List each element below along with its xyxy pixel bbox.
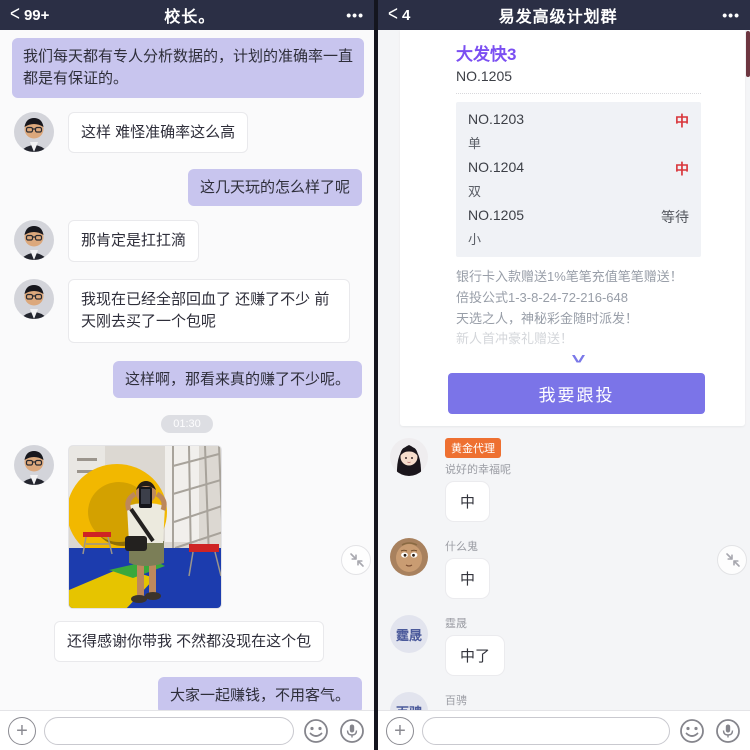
attach-plus-button[interactable]: + [8,716,36,745]
incoming-message: 这样 难怪准确率这么高 [6,111,368,154]
group-title: 易发高级计划群 [498,9,618,26]
result-row: NO.1203 中 单 [468,111,689,152]
scrollbar-thumb[interactable] [746,31,750,77]
promo-line: 银行卡入款赠送1%笔笔充值笔笔赠送！ [456,269,683,284]
private-chat-screen: < 99+ 校长。 ••• 我们每天都有专人分析数据的，计划的准确率一直都是有保… [0,0,374,750]
message-bubble: 大家一起赚钱，不用客气。 [157,677,362,710]
group-message: 霆晟 霆晟 中了 [390,615,740,677]
left-header: < 99+ 校长。 ••• [0,0,374,30]
contact-avatar[interactable] [14,220,54,261]
bet-type: 双 [468,184,482,199]
right-input-bar: + [378,710,750,750]
results-table: NO.1203 中 单 NO.1204 中 双 NO.1205 等待 小 [456,102,701,257]
message-bubble: 还得感谢你带我 不然都没现在这个包 [54,620,325,663]
issue-no: NO.1204 [468,159,525,175]
more-menu-button[interactable]: ••• [706,7,740,23]
outgoing-message: 大家一起赚钱，不用客气。 [6,677,368,710]
bet-type: 小 [468,232,482,247]
promo-line: 倍投公式1-3-8-24-72-216-648 [456,289,628,305]
message-bubble: 中了 [445,635,506,677]
back-button[interactable]: < 99+ [10,2,50,26]
message-bubble: 这样 难怪准确率这么高 [68,111,249,154]
result-row: NO.1204 中 双 [468,159,689,200]
photo-message[interactable] [68,444,222,609]
baby-avatar[interactable] [390,538,428,577]
issue-no: NO.1203 [468,111,525,127]
collapse-window-button[interactable] [341,545,371,575]
member-name: 百骋 [445,695,467,708]
microphone-icon[interactable] [714,717,742,745]
right-header: < 4 易发高级计划群 ••• [378,0,750,30]
incoming-message: 还得感谢你带我 不然都没现在这个包 [6,620,368,663]
message-bubble: 那肯定是扛扛滴 [68,220,200,262]
current-issue: NO.1205 [456,68,513,84]
promo-text: 银行卡入款赠送1%笔笔充值笔笔赠送！ 倍投公式1-3-8-24-72-216-6… [456,267,701,350]
back-chevron-icon: < [10,1,20,26]
more-menu-button[interactable]: ••• [330,7,364,23]
result-status: 等待 [661,209,689,225]
timestamp-row: 01:30 [6,414,368,433]
dotted-divider [456,93,701,94]
message-bubble: 这几天玩的怎么样了呢 [187,169,362,207]
girl-avatar[interactable] [390,438,428,477]
emoji-icon[interactable] [678,717,706,745]
group-message: 什么鬼 中 [390,538,740,600]
incoming-photo-message [6,444,368,609]
outgoing-message: 这样啊，那看来真的赚了不少呢。 [6,360,368,398]
attach-plus-button[interactable]: + [386,716,414,745]
contact-avatar[interactable] [14,279,54,319]
back-button[interactable]: < 4 [388,2,411,26]
member-name: 什么鬼 [445,541,478,554]
pinned-message-bubble: 我们每天都有专人分析数据的，计划的准确率一直都是有保证的。 [12,38,364,98]
role-badge: 黄金代理 [445,438,501,459]
contact-avatar[interactable] [14,444,54,485]
lottery-name: 大发快3 [456,45,517,64]
unread-count: 99+ [23,6,50,24]
result-status: 中 [675,161,689,177]
group-chat-screen: < 4 易发高级计划群 ••• 大发快3 NO.1205 NO.1203 中 单 [378,0,750,750]
back-chevron-icon: < [388,1,398,26]
message-input[interactable] [44,716,294,745]
member-name: 说好的幸福呢 [445,464,511,477]
text-avatar[interactable]: 霆晟 [390,615,428,654]
message-bubble: 中 [445,481,491,523]
expand-chevron-icon[interactable]: ˅ [383,352,750,367]
incoming-message: 那肯定是扛扛滴 [6,220,368,262]
microphone-icon[interactable] [338,717,366,745]
contact-avatar[interactable] [14,111,54,152]
outgoing-message: 这几天玩的怎么样了呢 [6,169,368,207]
message-bubble: 这样啊，那看来真的赚了不少呢。 [112,360,362,398]
message-list: 我们每天都有专人分析数据的，计划的准确率一直都是有保证的。 这样 难怪准确率这么… [0,30,374,710]
message-input[interactable] [422,716,670,745]
lottery-plan-card: 大发快3 NO.1205 NO.1203 中 单 NO.1204 中 双 NO.… [400,30,745,427]
chat-title: 校长。 [164,9,216,26]
left-input-bar: + [0,710,374,750]
promo-line: 天选之人，神秘彩金随时派发！ [456,310,639,326]
result-status: 中 [675,113,689,129]
issue-no: NO.1205 [468,207,525,223]
emoji-icon[interactable] [302,717,330,745]
promo-line: 新人首冲豪礼赠送！ [456,331,574,347]
result-row: NO.1205 等待 小 [468,207,689,248]
collapse-window-button[interactable] [717,545,747,575]
text-avatar[interactable]: 百骋 [390,692,428,710]
incoming-message: 我现在已经全部回血了 还赚了不少 前天刚去买了一个包呢 [6,279,368,343]
message-bubble: 我现在已经全部回血了 还赚了不少 前天刚去买了一个包呢 [68,279,350,343]
timestamp: 01:30 [161,414,213,433]
group-message: 百骋 百骋 五连中，计划牛逼啊。 [390,692,740,710]
follow-bet-button[interactable]: 我要跟投 [448,373,705,415]
member-name: 霆晟 [445,618,467,631]
group-message-list: 黄金代理 说好的幸福呢 中 什么鬼 中 霆晟 霆晟 中了 百骋 百骋 五连中，计… [378,426,750,710]
message-bubble: 中 [445,558,491,600]
group-message: 黄金代理 说好的幸福呢 中 [390,438,740,523]
unread-count: 4 [401,6,411,24]
bet-type: 单 [468,136,482,151]
